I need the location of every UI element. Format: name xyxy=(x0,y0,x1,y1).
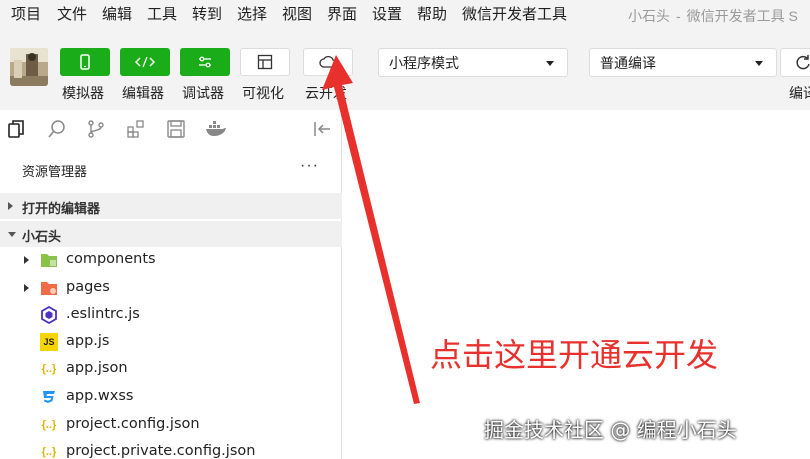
search-icon[interactable] xyxy=(47,119,67,139)
window-title-app: 微信开发者工具 S xyxy=(686,8,798,24)
css-icon xyxy=(43,391,55,403)
chevron-right-icon xyxy=(8,202,13,210)
js-icon: JS xyxy=(40,333,58,351)
compile-select[interactable]: 普通编译 xyxy=(589,48,777,77)
cloud-dev-label: 云开发 xyxy=(305,85,347,101)
compile-select-value: 普通编译 xyxy=(600,54,656,71)
file-row[interactable]: {..} app.json xyxy=(0,356,342,383)
activity-bar xyxy=(0,110,342,148)
window-title-separator: - xyxy=(676,8,681,24)
explorer-header: 资源管理器 ··· xyxy=(0,156,342,182)
avatar-image-icon xyxy=(10,48,48,86)
annotation-text: 点击这里开通云开发 xyxy=(430,336,719,374)
collapse-panel-icon[interactable] xyxy=(312,119,332,139)
file-row[interactable]: app.wxss xyxy=(0,384,342,411)
cloud-dev-button[interactable] xyxy=(303,48,353,76)
file-name: project.config.json xyxy=(66,416,200,432)
chevron-down-icon xyxy=(8,232,16,237)
simulator-button[interactable] xyxy=(60,48,110,76)
visual-label: 可视化 xyxy=(242,85,284,101)
menu-project[interactable]: 项目 xyxy=(11,5,41,25)
explorer-sidebar: 资源管理器 ··· 打开的编辑器 小石头 components pages .e… xyxy=(0,110,342,459)
phone-icon xyxy=(80,54,90,70)
refresh-icon xyxy=(796,55,810,70)
file-row[interactable]: pages xyxy=(0,275,342,302)
compile-button[interactable] xyxy=(780,48,810,77)
menu-tools[interactable]: 工具 xyxy=(147,5,177,25)
explorer-title: 资源管理器 xyxy=(22,164,88,179)
eslint-icon xyxy=(41,306,57,324)
layout-icon xyxy=(257,54,273,70)
menu-bar: 项目 文件 编辑 工具 转到 选择 视图 界面 设置 帮助 微信开发者工具 小石… xyxy=(0,0,810,30)
debugger-label: 调试器 xyxy=(182,85,224,101)
project-label: 小石头 xyxy=(22,229,62,244)
json-icon: {..} xyxy=(41,419,57,431)
avatar[interactable] xyxy=(10,48,48,86)
watermark: 掘金技术社区 @ 编程小石头 xyxy=(484,418,737,442)
visual-button[interactable] xyxy=(240,48,290,76)
cloud-icon xyxy=(319,55,337,68)
chevron-right-icon xyxy=(24,256,29,264)
file-row[interactable]: components xyxy=(0,247,342,274)
debug-icon xyxy=(199,56,211,68)
window-title-project: 小石头 xyxy=(628,8,670,24)
json-icon: {..} xyxy=(41,363,57,375)
chevron-right-icon xyxy=(24,284,29,292)
folder-components-icon xyxy=(41,254,57,267)
project-section[interactable]: 小石头 xyxy=(0,221,342,247)
toolbar: 模拟器 编辑器 调试器 可视化 云开发 小程序模式 普通编译 xyxy=(0,30,810,110)
storage-icon[interactable] xyxy=(166,119,186,139)
file-row[interactable]: .eslintrc.js xyxy=(0,302,342,329)
json-icon: {..} xyxy=(41,446,57,458)
file-name: pages xyxy=(66,279,110,295)
files-icon[interactable] xyxy=(6,119,26,139)
chevron-down-icon xyxy=(755,61,763,66)
debugger-button[interactable] xyxy=(180,48,230,76)
menu-select[interactable]: 选择 xyxy=(237,5,267,25)
file-row[interactable]: JS app.js xyxy=(0,329,342,356)
open-editors-label: 打开的编辑器 xyxy=(22,201,101,216)
menu-goto[interactable]: 转到 xyxy=(192,5,222,25)
file-row[interactable]: {..} project.private.config.json xyxy=(0,439,342,459)
menu-edit[interactable]: 编辑 xyxy=(102,5,132,25)
file-name: components xyxy=(66,251,156,267)
more-icon[interactable]: ··· xyxy=(300,157,319,175)
compile-label: 编译 xyxy=(789,85,810,101)
file-name: app.js xyxy=(66,333,110,349)
extensions-icon[interactable] xyxy=(126,119,146,139)
menu-settings[interactable]: 设置 xyxy=(372,5,402,25)
folder-pages-icon xyxy=(41,282,57,295)
source-control-icon[interactable] xyxy=(86,119,106,139)
editor-button[interactable] xyxy=(120,48,170,76)
file-row[interactable]: {..} project.config.json xyxy=(0,412,342,439)
menu-file[interactable]: 文件 xyxy=(57,5,87,25)
file-name: project.private.config.json xyxy=(66,443,256,459)
simulator-label: 模拟器 xyxy=(62,85,104,101)
editor-label: 编辑器 xyxy=(122,85,164,101)
file-name: app.wxss xyxy=(66,388,134,404)
open-editors-section[interactable]: 打开的编辑器 xyxy=(0,193,342,219)
menu-help[interactable]: 帮助 xyxy=(417,5,447,25)
menu-wechat-devtools[interactable]: 微信开发者工具 xyxy=(462,5,567,25)
chevron-down-icon xyxy=(546,61,554,66)
code-icon xyxy=(135,56,155,68)
menu-view[interactable]: 视图 xyxy=(282,5,312,25)
file-name: .eslintrc.js xyxy=(66,306,140,322)
mode-select-value: 小程序模式 xyxy=(389,54,459,71)
file-name: app.json xyxy=(66,360,128,376)
docker-icon[interactable] xyxy=(205,119,227,139)
mode-select[interactable]: 小程序模式 xyxy=(378,48,568,77)
window-title: 小石头 - 微信开发者工具 S xyxy=(628,6,798,26)
menu-interface[interactable]: 界面 xyxy=(327,5,357,25)
